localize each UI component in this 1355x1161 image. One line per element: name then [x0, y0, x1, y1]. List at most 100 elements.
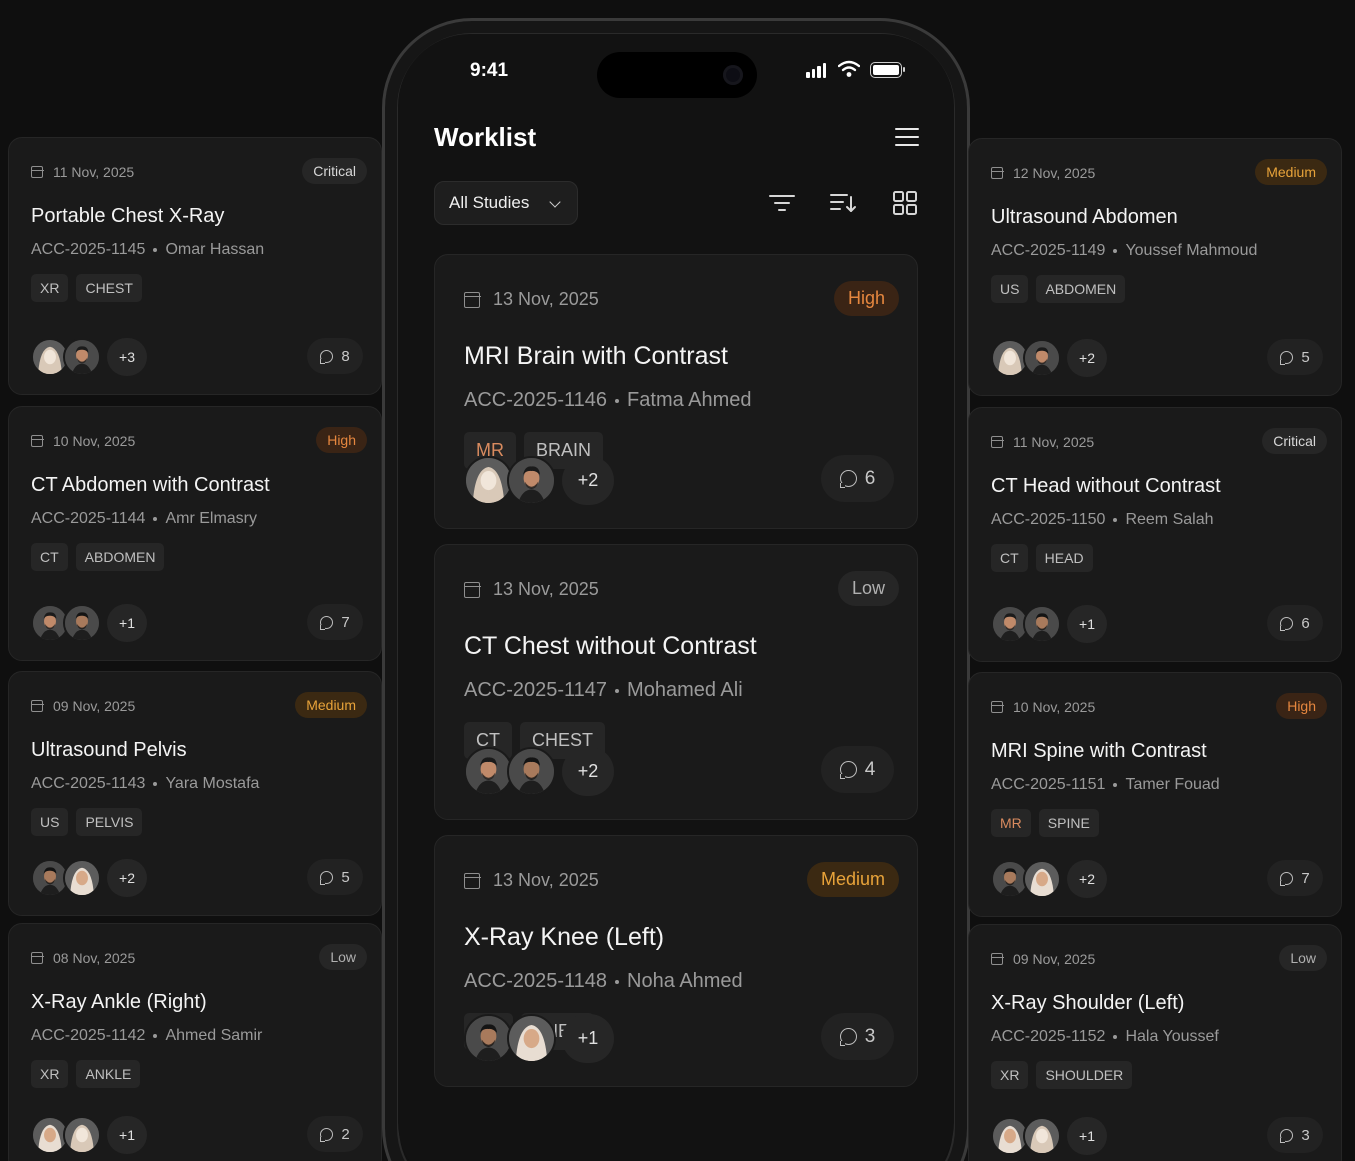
- sort-icon[interactable]: [829, 189, 857, 217]
- more-assignees-count: +1: [1067, 605, 1107, 643]
- study-date: 12 Nov, 2025: [990, 165, 1095, 181]
- hamburger-menu-icon[interactable]: [895, 128, 919, 146]
- study-card[interactable]: 13 Nov, 2025 High MRI Brain with Contras…: [434, 254, 918, 529]
- study-card[interactable]: 11 Nov, 2025 Critical Portable Chest X-R…: [8, 137, 382, 395]
- more-assignees-count: +1: [562, 1014, 614, 1063]
- comment-icon: [1280, 1128, 1294, 1143]
- comments-button[interactable]: 4: [821, 746, 894, 793]
- study-filter-value: All Studies: [449, 193, 530, 212]
- patient-name: Youssef Mahmoud: [1125, 242, 1258, 259]
- study-date: 13 Nov, 2025: [463, 579, 599, 600]
- study-card[interactable]: 12 Nov, 2025 Medium Ultrasound Abdomen A…: [968, 138, 1342, 396]
- calendar-icon: [463, 581, 481, 598]
- modality-tag: CT: [31, 543, 68, 571]
- camera-icon: [723, 65, 743, 85]
- study-meta: ACC-2025-1150 Reem Salah: [991, 511, 1213, 529]
- comments-button[interactable]: 7: [1267, 860, 1323, 896]
- assignee-avatars[interactable]: +2: [464, 456, 614, 505]
- study-card[interactable]: 09 Nov, 2025 Low X-Ray Shoulder (Left) A…: [968, 924, 1342, 1161]
- study-card[interactable]: 08 Nov, 2025 Low X-Ray Ankle (Right) ACC…: [8, 923, 382, 1161]
- comments-button[interactable]: 6: [821, 455, 894, 502]
- avatar: [1023, 860, 1061, 898]
- avatar: [63, 338, 101, 376]
- study-title: CT Head without Contrast: [991, 475, 1221, 497]
- study-tags: CT HEAD: [991, 544, 1093, 572]
- study-date-text: 10 Nov, 2025: [1013, 699, 1096, 715]
- patient-name: Ahmed Samir: [165, 1027, 263, 1044]
- separator-dot: [615, 688, 620, 693]
- calendar-icon: [990, 167, 1004, 179]
- modality-tag: CT: [991, 544, 1028, 572]
- dynamic-island: [597, 52, 757, 98]
- study-date-text: 09 Nov, 2025: [1013, 951, 1096, 967]
- avatar: [63, 1116, 101, 1154]
- study-card[interactable]: 10 Nov, 2025 High CT Abdomen with Contra…: [8, 406, 382, 661]
- chevron-down-icon: [549, 196, 561, 208]
- assignee-avatars[interactable]: +3: [31, 338, 147, 376]
- assignee-avatars[interactable]: +1: [991, 1117, 1107, 1155]
- calendar-icon: [30, 700, 44, 712]
- avatar: [507, 747, 556, 796]
- more-assignees-count: +2: [107, 859, 147, 897]
- assignee-avatars[interactable]: +2: [31, 859, 147, 897]
- accession-number: ACC-2025-1143: [31, 775, 146, 792]
- calendar-icon: [463, 291, 481, 308]
- avatar: [507, 456, 556, 505]
- study-title: X-Ray Ankle (Right): [31, 991, 207, 1013]
- study-meta: ACC-2025-1152 Hala Youssef: [991, 1028, 1219, 1046]
- comment-icon: [839, 470, 857, 488]
- assignee-avatars[interactable]: +2: [991, 339, 1107, 377]
- study-tags: US PELVIS: [31, 808, 143, 836]
- assignee-avatars[interactable]: +1: [31, 1116, 147, 1154]
- comments-button[interactable]: 5: [307, 859, 363, 895]
- assignee-avatars[interactable]: +1: [464, 1014, 614, 1063]
- study-title: CT Abdomen with Contrast: [31, 474, 270, 496]
- modality-tag: MR: [991, 809, 1031, 837]
- wifi-icon: [838, 60, 860, 77]
- comments-button[interactable]: 8: [307, 338, 363, 374]
- accession-number: ACC-2025-1147: [464, 679, 608, 701]
- patient-name: Reem Salah: [1125, 511, 1214, 528]
- study-card[interactable]: 13 Nov, 2025 Low CT Chest without Contra…: [434, 544, 918, 820]
- study-card[interactable]: 13 Nov, 2025 Medium X-Ray Knee (Left) AC…: [434, 835, 918, 1087]
- study-card[interactable]: 10 Nov, 2025 High MRI Spine with Contras…: [968, 672, 1342, 917]
- comment-icon: [1280, 350, 1294, 365]
- study-date: 09 Nov, 2025: [990, 951, 1096, 967]
- study-title: CT Chest without Contrast: [464, 632, 757, 660]
- page-title: Worklist: [434, 122, 537, 152]
- comments-button[interactable]: 7: [307, 604, 363, 640]
- assignee-avatars[interactable]: +1: [31, 604, 147, 642]
- more-assignees-count: +1: [107, 604, 147, 642]
- comment-count: 3: [864, 1025, 876, 1047]
- study-date-text: 13 Nov, 2025: [493, 289, 599, 309]
- calendar-icon: [990, 953, 1004, 965]
- study-card[interactable]: 11 Nov, 2025 Critical CT Head without Co…: [968, 407, 1342, 662]
- grid-view-icon[interactable]: [891, 189, 919, 217]
- comment-count: 6: [1301, 614, 1310, 632]
- comment-count: 5: [1301, 348, 1310, 366]
- accession-number: ACC-2025-1145: [31, 241, 146, 258]
- comment-icon: [839, 761, 857, 779]
- assignee-avatars[interactable]: +2: [991, 860, 1107, 898]
- separator-dot: [153, 1033, 158, 1038]
- assignee-avatars[interactable]: +2: [464, 747, 614, 796]
- comments-button[interactable]: 6: [1267, 605, 1323, 641]
- comment-count: 3: [1301, 1126, 1310, 1144]
- study-date-text: 11 Nov, 2025: [1013, 434, 1095, 450]
- more-assignees-count: +1: [1067, 1117, 1107, 1155]
- comments-button[interactable]: 2: [307, 1116, 363, 1152]
- study-card[interactable]: 09 Nov, 2025 Medium Ultrasound Pelvis AC…: [8, 671, 382, 916]
- calendar-icon: [30, 166, 44, 178]
- patient-name: Tamer Fouad: [1125, 776, 1220, 793]
- assignee-avatars[interactable]: +1: [991, 605, 1107, 643]
- comment-count: 4: [864, 758, 876, 780]
- priority-badge: High: [833, 281, 899, 316]
- comments-button[interactable]: 3: [1267, 1117, 1323, 1153]
- study-tags: CT ABDOMEN: [31, 543, 165, 571]
- comments-button[interactable]: 5: [1267, 339, 1323, 375]
- study-meta: ACC-2025-1147 Mohamed Ali: [464, 679, 743, 702]
- filter-icon[interactable]: [768, 189, 796, 217]
- priority-badge: Critical: [1262, 428, 1327, 454]
- comments-button[interactable]: 3: [821, 1013, 894, 1060]
- study-filter-select[interactable]: All Studies: [434, 181, 578, 225]
